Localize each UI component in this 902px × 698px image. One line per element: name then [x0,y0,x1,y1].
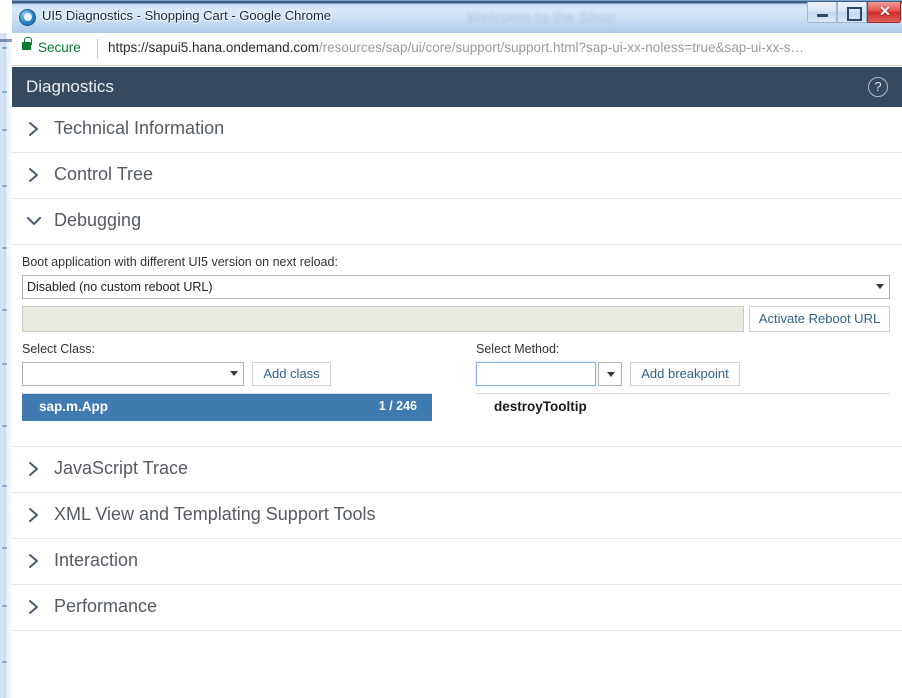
chrome-browser-window: UI5 Diagnostics - Shopping Cart - Google… [12,0,902,698]
select-class-label: Select Class: [22,342,95,356]
app-header-bar: Diagnostics ? [12,67,902,107]
chevron-right-icon [26,598,42,616]
section-debugging[interactable]: Debugging [12,199,902,245]
list-item[interactable]: sap.m.App 1 / 246 [22,394,432,421]
section-interaction[interactable]: Interaction [12,539,902,585]
section-xml-view-templating[interactable]: XML View and Templating Support Tools [12,493,902,539]
close-icon: ✕ [868,3,902,20]
browser-address-bar[interactable]: Secure https://sapui5.hana.ondemand.com/… [12,33,902,66]
section-technical-information[interactable]: Technical Information [12,107,902,153]
chrome-app-icon [19,9,36,26]
select-class-combobox[interactable] [22,362,244,386]
chevron-right-icon [26,460,42,478]
window-title: UI5 Diagnostics - Shopping Cart - Google… [42,8,331,23]
minimize-button[interactable] [807,2,837,23]
url-origin: https://sapui5.hana.ondemand.com [108,40,319,55]
activate-reboot-url-button[interactable]: Activate Reboot URL [749,306,890,332]
section-javascript-trace[interactable]: JavaScript Trace [12,447,902,493]
select-method-label: Select Method: [476,342,559,356]
method-name: destroyTooltip [494,399,587,414]
page-title: Diagnostics [26,77,114,97]
method-result-list: destroyTooltip [476,393,890,421]
section-label: Debugging [54,210,141,231]
chevron-down-icon [26,212,42,230]
add-class-button[interactable]: Add class [252,362,331,386]
maximize-restore-button[interactable] [837,2,867,23]
list-item[interactable]: destroyTooltip [476,394,890,421]
desktop-background: UI5 Diagnostics - Shopping Cart - Google… [0,0,902,698]
security-status-label: Secure [38,40,81,55]
select-method-input[interactable] [476,362,596,386]
chevron-right-icon [26,552,42,570]
section-control-tree[interactable]: Control Tree [12,153,902,199]
chevron-right-icon [26,166,42,184]
class-name: sap.m.App [39,399,108,414]
class-breakpoint-count: 1 / 246 [379,399,417,413]
section-label: Technical Information [54,118,224,139]
add-breakpoint-button[interactable]: Add breakpoint [630,362,740,386]
chevron-right-icon [26,506,42,524]
lock-icon [22,42,31,50]
close-window-button[interactable]: ✕ [867,2,901,23]
chevron-down-icon [230,371,238,376]
class-result-list: sap.m.App 1 / 246 [22,393,432,421]
url-text[interactable]: https://sapui5.hana.ondemand.com/resourc… [108,40,898,60]
help-icon[interactable]: ? [868,77,888,97]
select-method-dropdown-button[interactable] [598,362,622,386]
chevron-right-icon [26,120,42,138]
debugging-panel: Boot application with different UI5 vers… [12,245,902,447]
omnibox-divider [97,39,98,59]
section-performance[interactable]: Performance [12,585,902,631]
section-label: Interaction [54,550,138,571]
section-label: Control Tree [54,164,153,185]
reboot-version-select[interactable]: Disabled (no custom reboot URL) [22,275,890,299]
boot-application-label: Boot application with different UI5 vers… [22,255,338,269]
chevron-down-icon [876,284,884,289]
window-title-bar: UI5 Diagnostics - Shopping Cart - Google… [12,0,902,33]
chevron-down-icon [607,372,615,377]
section-label: JavaScript Trace [54,458,188,479]
ui5-diagnostics-app: Diagnostics ? Technical Information [12,67,902,698]
section-label: XML View and Templating Support Tools [54,504,376,525]
reboot-url-input[interactable] [22,306,744,332]
reboot-version-value: Disabled (no custom reboot URL) [27,280,213,294]
url-path: /resources/sap/ui/core/support/support.h… [319,40,804,55]
section-label: Performance [54,596,157,617]
